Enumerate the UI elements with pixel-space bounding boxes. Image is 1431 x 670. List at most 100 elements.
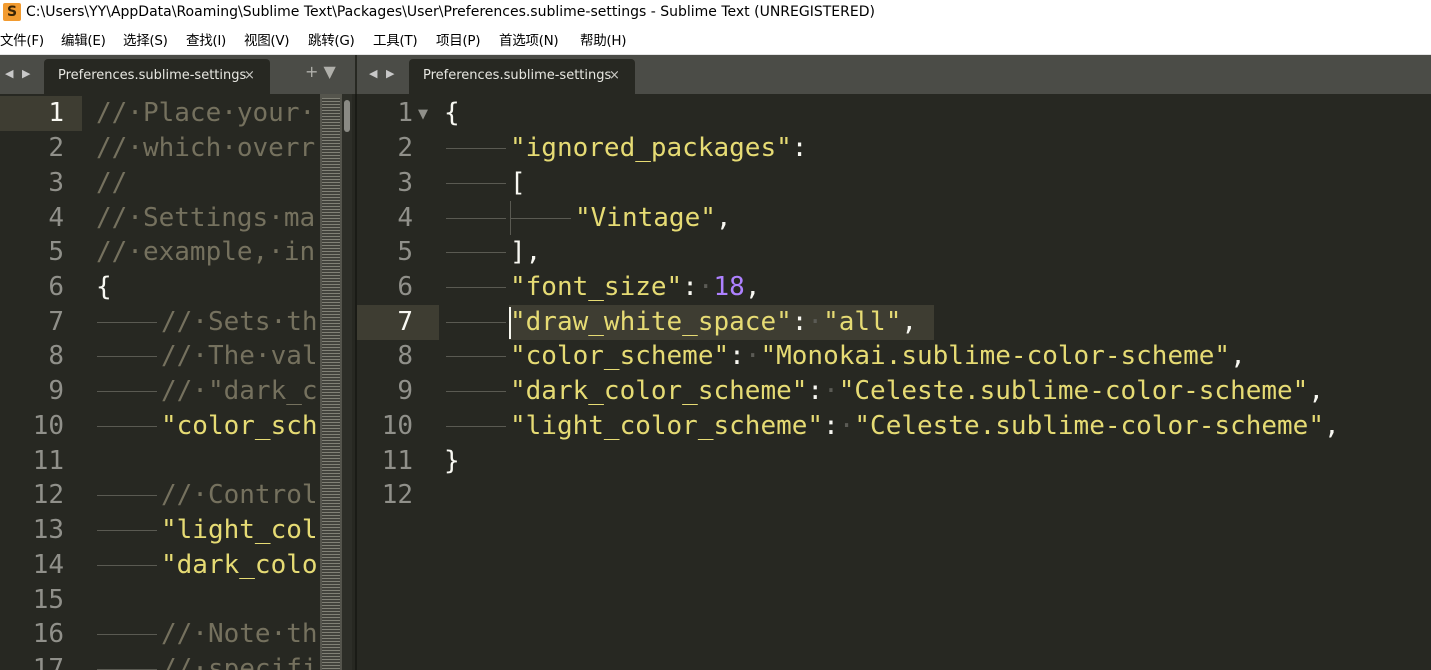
menu-goto[interactable]: 跳转(G) — [308, 32, 355, 50]
code-line: "color_scheme":·"Monokai.sublime-color-s… — [510, 339, 1246, 374]
menu-view[interactable]: 视图(V) — [244, 32, 290, 50]
code-line: //·Control — [161, 480, 318, 510]
scrollbar-thumb[interactable] — [344, 100, 350, 132]
code-line: } — [444, 446, 460, 476]
tab-label: Preferences.sublime-settings — [58, 68, 247, 83]
close-icon[interactable]: × — [244, 67, 255, 85]
indent-guide — [511, 218, 571, 219]
colon: : — [791, 133, 808, 163]
menu-find[interactable]: 查找(I) — [186, 32, 226, 50]
code-line: "dark_color_scheme":·"Celeste.sublime-co… — [510, 374, 1324, 409]
indent-guide — [97, 322, 157, 323]
code-line: ], — [510, 237, 542, 267]
indent-guide — [97, 356, 157, 357]
minimap[interactable] — [320, 94, 342, 670]
line-number: 15 — [32, 585, 64, 615]
line-number: 5 — [397, 237, 413, 267]
json-string: "Vintage" — [575, 203, 716, 233]
line-number: 11 — [32, 446, 64, 476]
line-number: 11 — [381, 446, 413, 476]
code-line: "light_col — [161, 515, 318, 545]
line-number: 16 — [32, 619, 64, 649]
colon: : — [682, 272, 698, 302]
line-number: 13 — [32, 515, 64, 545]
code-line: // — [96, 168, 128, 198]
tab-left-preferences[interactable]: Preferences.sublime-settings × — [44, 59, 270, 94]
line-number: 17 — [32, 654, 64, 670]
code-line: [ — [510, 168, 526, 198]
indent-guide — [510, 201, 511, 235]
comma: , — [1324, 411, 1340, 441]
tab-tools-icon[interactable]: + ▼ — [305, 63, 336, 81]
sublime-app-icon: S — [3, 3, 21, 21]
left-editor-pane[interactable]: 1 2 3 4 5 6 7 8 9 10 11 12 13 14 15 16 1… — [0, 94, 355, 670]
minimap-content — [322, 98, 340, 670]
menu-tools[interactable]: 工具(T) — [373, 32, 418, 50]
right-tab-bar: ◀ ▶ Preferences.sublime-settings × — [357, 55, 1431, 94]
code-line: //·example,·in — [96, 237, 316, 267]
json-string: "Celeste.sublime-color-scheme" — [838, 376, 1309, 406]
comma: , — [1230, 341, 1246, 371]
code-line: "dark_colo — [161, 550, 318, 580]
line-number: 2 — [397, 133, 413, 163]
code-line: //·Settings·ma — [96, 203, 316, 233]
indent-guide — [446, 391, 506, 392]
right-tab-forward-icon[interactable]: ▶ — [386, 65, 394, 83]
line-number: 6 — [397, 272, 413, 302]
indent-guide — [446, 356, 506, 357]
menu-help[interactable]: 帮助(H) — [580, 32, 626, 50]
line-number: 2 — [48, 133, 64, 163]
indent-guide — [97, 634, 157, 635]
line-number: 6 — [48, 272, 64, 302]
left-tab-bar: ◀ ▶ Preferences.sublime-settings × + ▼ — [0, 55, 355, 94]
line-number: 8 — [397, 341, 413, 371]
json-key: "ignored_packages" — [510, 133, 792, 163]
right-tab-back-icon[interactable]: ◀ — [369, 65, 377, 83]
right-editor-pane[interactable]: 1 2 3 4 5 6 7 8 9 10 11 12 ▼ { "ignored_… — [357, 94, 1431, 670]
line-number: 3 — [48, 168, 64, 198]
json-number: 18 — [713, 272, 745, 302]
indent-guide — [446, 287, 506, 288]
title-bar: S C:\Users\YY\AppData\Roaming\Sublime Te… — [0, 0, 1431, 28]
text-cursor — [509, 307, 511, 339]
indent-guide — [446, 148, 506, 149]
indent-guide — [97, 530, 157, 531]
indent-guide — [97, 495, 157, 496]
indent-guide — [446, 322, 506, 323]
code-line: "ignored_packages": — [510, 131, 807, 166]
code-line: //·Note·th — [161, 619, 318, 649]
left-tab-back-icon[interactable]: ◀ — [5, 65, 13, 83]
close-icon[interactable]: × — [609, 67, 620, 85]
json-string: "Monokai.sublime-color-scheme" — [760, 341, 1231, 371]
line-number: 10 — [32, 411, 64, 441]
line-number: 14 — [32, 550, 64, 580]
line-number: 7 — [397, 307, 413, 337]
menu-project[interactable]: 项目(P) — [436, 32, 480, 50]
line-number: 4 — [397, 203, 413, 233]
code-line: //·Place·your· — [96, 98, 316, 128]
indent-guide — [446, 252, 506, 253]
menu-preferences[interactable]: 首选项(N) — [499, 32, 559, 50]
colon: : — [729, 341, 745, 371]
colon: : — [807, 376, 824, 406]
menu-edit[interactable]: 编辑(E) — [61, 32, 106, 50]
menu-file[interactable]: 文件(F) — [0, 32, 44, 50]
json-string: "Celeste.sublime-color-scheme" — [854, 411, 1324, 441]
code-line: //·The·val — [161, 341, 318, 371]
vertical-scrollbar[interactable] — [342, 94, 352, 670]
whitespace-dot: · — [823, 376, 839, 406]
code-line: "font_size":·18, — [510, 270, 760, 305]
whitespace-dot: · — [807, 307, 824, 337]
code-line: //·Sets·th — [161, 307, 318, 337]
line-number: 12 — [32, 480, 64, 510]
fold-arrow-icon[interactable]: ▼ — [418, 106, 428, 124]
menu-selection[interactable]: 选择(S) — [123, 32, 168, 50]
left-tab-forward-icon[interactable]: ▶ — [22, 65, 30, 83]
json-key: "light_color_scheme" — [510, 411, 824, 441]
json-key: "dark_color_scheme" — [510, 376, 808, 406]
line-number: 4 — [48, 203, 64, 233]
tab-right-preferences[interactable]: Preferences.sublime-settings × — [409, 59, 635, 94]
code-line: "light_color_scheme":·"Celeste.sublime-c… — [510, 409, 1340, 444]
line-number: 9 — [48, 376, 64, 406]
json-key: "font_size" — [510, 272, 683, 302]
